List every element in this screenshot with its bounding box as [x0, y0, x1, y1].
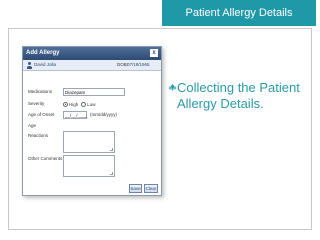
slide-frame-left	[8, 28, 9, 230]
resize-grip-icon[interactable]	[110, 172, 113, 175]
save-button[interactable]: Save	[129, 184, 142, 193]
reactions-label: Reactions	[28, 133, 49, 138]
severity-radio-group: High Low	[63, 100, 99, 108]
medications-label: Medications	[28, 89, 53, 94]
other-comments-textarea[interactable]	[63, 155, 115, 177]
person-icon	[26, 62, 32, 69]
bullet-point: Collecting the Patient Allergy Details.	[168, 80, 308, 112]
close-icon[interactable]: x	[150, 49, 158, 57]
medications-input[interactable]: Diazepam	[63, 88, 125, 96]
patient-name[interactable]: David Jolla	[34, 62, 56, 67]
dialog-title: Add Allergy	[23, 47, 161, 60]
bullet-text: Collecting the Patient Allergy Details.	[177, 80, 300, 111]
age-of-onset-label: Age of Onset	[28, 112, 55, 117]
date-format-hint: (mm/dd/yyyy)	[90, 112, 117, 117]
severity-high-radio[interactable]	[63, 101, 68, 107]
other-comments-label: Other Comments	[28, 156, 63, 161]
patient-bar: David Jolla DOB: 07/18/1965	[23, 60, 161, 71]
severity-low-radio[interactable]	[81, 101, 87, 107]
severity-high-label: High	[69, 101, 79, 107]
add-allergy-dialog: Add Allergy x David Jolla DOB: 07/18/196…	[22, 46, 162, 196]
reactions-textarea[interactable]	[63, 131, 115, 153]
slide-title: Patient Allergy Details	[162, 0, 316, 26]
clear-button[interactable]: Clear	[144, 184, 158, 193]
diamond-bullet-icon	[168, 84, 177, 91]
severity-label: Severity	[28, 101, 45, 106]
dob-value: 07/18/1965	[127, 62, 150, 67]
severity-low-label: Low	[87, 101, 96, 107]
age-of-onset-input[interactable]: __/__/____	[63, 111, 88, 119]
age-label: Age	[28, 123, 37, 128]
slide-frame-right	[311, 28, 312, 230]
slide-frame-bottom	[8, 229, 312, 230]
slide-frame-top	[8, 28, 312, 29]
resize-grip-icon[interactable]	[110, 148, 113, 151]
slide: Patient Allergy Details Add Allergy x Da…	[0, 0, 320, 240]
